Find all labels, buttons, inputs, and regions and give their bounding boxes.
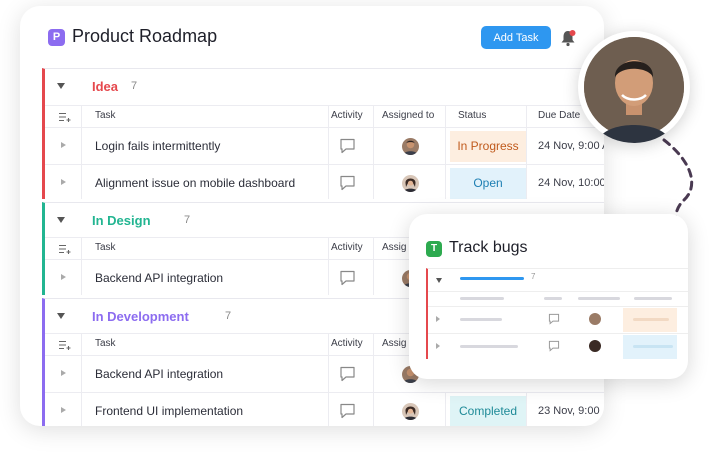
- add-row-icon[interactable]: [59, 112, 71, 125]
- mini-table: 7: [426, 268, 688, 359]
- task-name[interactable]: Frontend UI implementation: [95, 404, 243, 418]
- group-name: In Design: [92, 213, 151, 228]
- col-assigned: Assig: [382, 242, 407, 253]
- avatar[interactable]: [402, 175, 419, 192]
- table-row[interactable]: Alignment issue on mobile dashboard Open…: [45, 164, 604, 199]
- collapse-arrow-icon: [436, 278, 442, 283]
- collapse-arrow-icon[interactable]: [57, 313, 65, 319]
- table-row[interactable]: Frontend UI implementation Completed 23 …: [45, 392, 604, 426]
- chat-icon[interactable]: [339, 138, 356, 157]
- group-name: In Development: [92, 309, 189, 324]
- mini-row: [428, 333, 688, 360]
- due-date[interactable]: 24 Nov, 10:00: [538, 177, 604, 189]
- status-badge[interactable]: Completed: [450, 396, 526, 426]
- avatar[interactable]: [402, 403, 419, 420]
- chat-icon[interactable]: [339, 366, 356, 385]
- chat-icon[interactable]: [339, 175, 356, 194]
- group-count: 7: [531, 272, 536, 281]
- group-title-placeholder: [460, 277, 524, 280]
- mini-header-row: [428, 291, 688, 306]
- group-header[interactable]: Idea 7: [45, 69, 604, 105]
- task-name[interactable]: Backend API integration: [95, 271, 223, 285]
- col-task: Task: [95, 338, 116, 349]
- status-badge[interactable]: Open: [450, 168, 526, 199]
- task-name[interactable]: Login fails intermittently: [95, 139, 220, 153]
- avatar[interactable]: [402, 138, 419, 155]
- group-count: 7: [131, 80, 138, 92]
- expand-arrow-icon[interactable]: [61, 407, 66, 413]
- add-row-icon[interactable]: [59, 340, 71, 353]
- col-activity: Activity: [331, 338, 363, 349]
- status-badge[interactable]: In Progress: [450, 131, 526, 162]
- col-task: Task: [95, 242, 116, 253]
- col-status: Status: [458, 110, 487, 121]
- project-badge: P: [48, 29, 65, 46]
- table-row[interactable]: Login fails intermittently In Progress 2…: [45, 127, 604, 165]
- profile-photo: [578, 31, 690, 143]
- group-idea: Idea 7 Task Activity Assigned to Status …: [42, 68, 604, 199]
- track-bugs-card[interactable]: T Track bugs 7: [409, 214, 688, 379]
- card-title: Track bugs: [449, 239, 528, 256]
- board-header: P Product Roadmap Add Task: [20, 6, 604, 68]
- col-task: Task: [95, 110, 116, 121]
- group-count: 7: [225, 310, 232, 322]
- group-name: Idea: [92, 79, 119, 94]
- add-row-icon[interactable]: [59, 244, 71, 257]
- col-activity: Activity: [331, 242, 363, 253]
- expand-arrow-icon[interactable]: [61, 142, 66, 148]
- due-date[interactable]: 24 Nov, 9:00 A: [538, 140, 604, 152]
- expand-arrow-icon[interactable]: [61, 274, 66, 280]
- expand-arrow-icon[interactable]: [61, 179, 66, 185]
- col-assigned: Assigned to: [382, 110, 435, 121]
- task-name[interactable]: Alignment issue on mobile dashboard: [95, 176, 295, 190]
- chat-icon[interactable]: [339, 270, 356, 289]
- task-name[interactable]: Backend API integration: [95, 367, 223, 381]
- collapse-arrow-icon[interactable]: [57, 217, 65, 223]
- col-due-date: Due Date: [538, 110, 581, 121]
- group-count: 7: [184, 214, 191, 226]
- chat-icon[interactable]: [339, 403, 356, 422]
- collapse-arrow-icon[interactable]: [57, 83, 65, 89]
- project-badge: T: [426, 241, 442, 257]
- expand-arrow-icon[interactable]: [61, 370, 66, 376]
- column-header-row: Task Activity Assigned to Status Due Dat…: [45, 105, 604, 128]
- due-date[interactable]: 23 Nov, 9:00: [538, 405, 600, 417]
- col-activity: Activity: [331, 110, 363, 121]
- col-assigned: Assig: [382, 338, 407, 349]
- bell-icon[interactable]: [560, 29, 576, 52]
- page-title: Product Roadmap: [72, 26, 218, 46]
- mini-row: [428, 306, 688, 333]
- add-task-button[interactable]: Add Task: [481, 26, 551, 49]
